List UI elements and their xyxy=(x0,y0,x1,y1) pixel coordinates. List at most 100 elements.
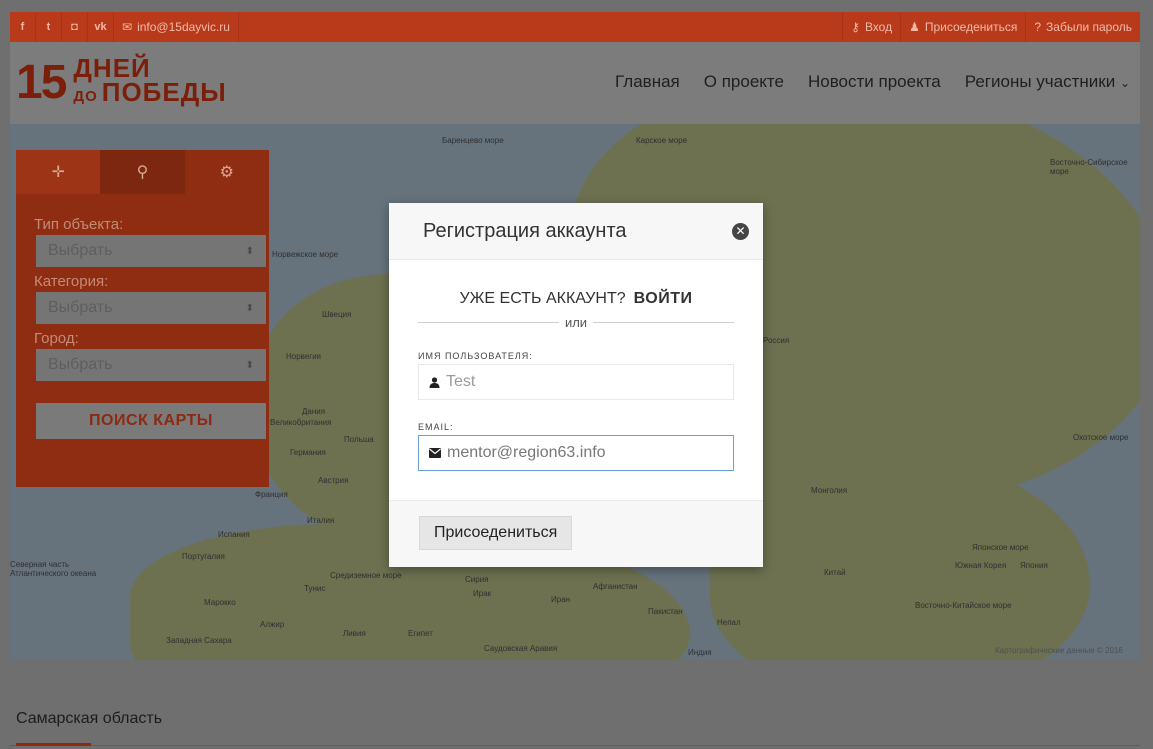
instagram-icon[interactable]: ◘ xyxy=(62,12,88,42)
divider xyxy=(10,745,1140,746)
map-label: Португалия xyxy=(182,552,225,561)
region-section: Самарская область xyxy=(0,660,1153,749)
city-select-value: Выбрать xyxy=(48,356,113,373)
city-select[interactable]: Выбрать ⬍ xyxy=(36,349,266,381)
email-value: mentor@region63.info xyxy=(447,444,606,461)
map-label: Саудовская Аравия xyxy=(484,644,558,653)
top-bar: f t ◘ vk ✉ info@15dayvic.ru ⚷ Вход ♟ При… xyxy=(10,12,1140,42)
map-label: Баренцево море xyxy=(442,136,504,145)
settings-icon[interactable]: ⚙ xyxy=(185,150,269,194)
username-label: ИМЯ ПОЛЬЗОВАТЕЛЯ: xyxy=(418,351,533,361)
username-field[interactable]: Test xyxy=(418,364,734,400)
logo-line-2: ПОБЕДЫ xyxy=(101,77,227,107)
registration-modal: Регистрация аккаунта ✕ УЖЕ ЕСТЬ АККАУНТ?… xyxy=(389,203,763,567)
username-value: Test xyxy=(446,373,476,390)
map-label: Индия xyxy=(688,648,712,657)
search-icon[interactable]: ⚲ xyxy=(100,150,185,194)
map-label: Охотское море xyxy=(1073,433,1129,442)
user-plus-icon: ♟ xyxy=(909,20,920,34)
map-label: Тунис xyxy=(304,584,326,593)
search-map-button[interactable]: ПОИСК КАРТЫ xyxy=(36,403,266,439)
nav-news[interactable]: Новости проекта xyxy=(808,72,941,92)
active-tab-underline xyxy=(16,743,91,746)
user-icon xyxy=(429,376,440,388)
map-label: Швеция xyxy=(322,310,352,319)
map-label: Непал xyxy=(717,618,741,627)
map-label: Норвегия xyxy=(286,352,322,361)
email-text: info@15dayvic.ru xyxy=(137,20,230,34)
join-button[interactable]: Присоедениться xyxy=(419,516,573,550)
map-label: Карское море xyxy=(636,136,688,145)
category-label: Категория: xyxy=(34,273,109,290)
modal-title: Регистрация аккаунта xyxy=(423,219,627,242)
move-icon[interactable]: ✛ xyxy=(16,150,101,194)
site-header: 15 ДНЕЙ ДО ПОБЕДЫ Главная О проекте Новос… xyxy=(10,42,1140,124)
map-label: Италия xyxy=(307,516,335,525)
nav-home[interactable]: Главная xyxy=(615,72,680,92)
map-label: Дания xyxy=(302,407,326,416)
email-field[interactable]: mentor@region63.info xyxy=(418,435,734,471)
type-select-value: Выбрать xyxy=(48,242,113,259)
map-label: Япония xyxy=(1020,561,1048,570)
map-label: Восточно-Сибирское море xyxy=(1050,158,1128,176)
nav-about[interactable]: О проекте xyxy=(704,72,784,92)
join-label: Присоедениться xyxy=(924,20,1018,34)
chevron-down-icon: ⌄ xyxy=(1119,76,1130,90)
map-label: Алжир xyxy=(260,620,285,629)
region-title[interactable]: Самарская область xyxy=(16,710,162,728)
sort-arrows-icon: ⬍ xyxy=(245,245,254,257)
map-land xyxy=(710,454,1090,660)
map-label: Японское море xyxy=(972,543,1029,552)
map-label: Китай xyxy=(824,568,846,577)
map-label: Северная часть Атлантического океана xyxy=(10,560,97,578)
or-divider: или xyxy=(418,315,735,330)
email-label: EMAIL: xyxy=(418,422,454,432)
filter-tabs: ✛ ⚲ ⚙ xyxy=(16,150,269,194)
main-nav: Главная О проекте Новости проекта Регион… xyxy=(615,72,1130,92)
map-label: Ливия xyxy=(343,629,366,638)
map-label: Норвежское море xyxy=(272,250,339,259)
have-account-text: УЖЕ ЕСТЬ АККАУНТ? xyxy=(459,290,626,307)
map-label: Австрия xyxy=(318,476,349,485)
key-icon: ⚷ xyxy=(851,20,860,34)
map-label: Южная Корея xyxy=(955,561,1007,570)
join-link[interactable]: ♟ Присоедениться xyxy=(900,12,1025,42)
map-label: Германия xyxy=(290,448,326,457)
twitter-icon[interactable]: t xyxy=(36,12,62,42)
nav-regions[interactable]: Регионы участники ⌄ xyxy=(965,72,1130,92)
map-label: Франция xyxy=(255,490,288,499)
category-select[interactable]: Выбрать ⬍ xyxy=(36,292,266,324)
map-filter-panel: ✛ ⚲ ⚙ Тип объекта: Выбрать ⬍ Категория: … xyxy=(16,150,269,487)
map-label: Афганистан xyxy=(593,582,638,591)
map-label: Сирия xyxy=(465,575,489,584)
type-select[interactable]: Выбрать ⬍ xyxy=(36,235,266,267)
site-logo[interactable]: 15 ДНЕЙ ДО ПОБЕДЫ xyxy=(16,55,227,109)
sort-arrows-icon: ⬍ xyxy=(245,359,254,371)
login-link[interactable]: ВОЙТИ xyxy=(634,290,693,307)
login-label: Вход xyxy=(864,20,893,34)
email-link[interactable]: ✉ info@15dayvic.ru xyxy=(114,12,239,42)
facebook-icon[interactable]: f xyxy=(10,12,36,42)
map-label: Западная Сахара xyxy=(166,636,232,645)
question-icon: ? xyxy=(1034,20,1042,34)
login-link[interactable]: ⚷ Вход xyxy=(842,12,900,42)
nav-regions-label: Регионы участники xyxy=(964,72,1116,91)
map-label: Иран xyxy=(551,595,571,604)
map-label: Египет xyxy=(408,629,433,638)
logo-line-2-small: ДО xyxy=(73,88,98,105)
or-text: или xyxy=(564,315,588,330)
envelope-icon: ✉ xyxy=(122,20,133,34)
logo-number: 15 xyxy=(16,55,67,109)
forgot-label: Забыли пароль xyxy=(1046,20,1132,34)
type-label: Тип объекта: xyxy=(34,216,124,233)
vk-icon[interactable]: vk xyxy=(88,12,114,42)
modal-header: Регистрация аккаунта ✕ xyxy=(389,203,763,260)
map-label: Пакистан xyxy=(648,607,683,616)
map-label: Ирак xyxy=(473,589,492,598)
close-icon[interactable]: ✕ xyxy=(732,222,749,240)
forgot-password-link[interactable]: ? Забыли пароль xyxy=(1025,12,1140,42)
modal-footer: Присоедениться xyxy=(389,500,763,567)
category-select-value: Выбрать xyxy=(48,299,113,316)
map-label: Испания xyxy=(218,530,250,539)
envelope-icon xyxy=(429,448,441,458)
